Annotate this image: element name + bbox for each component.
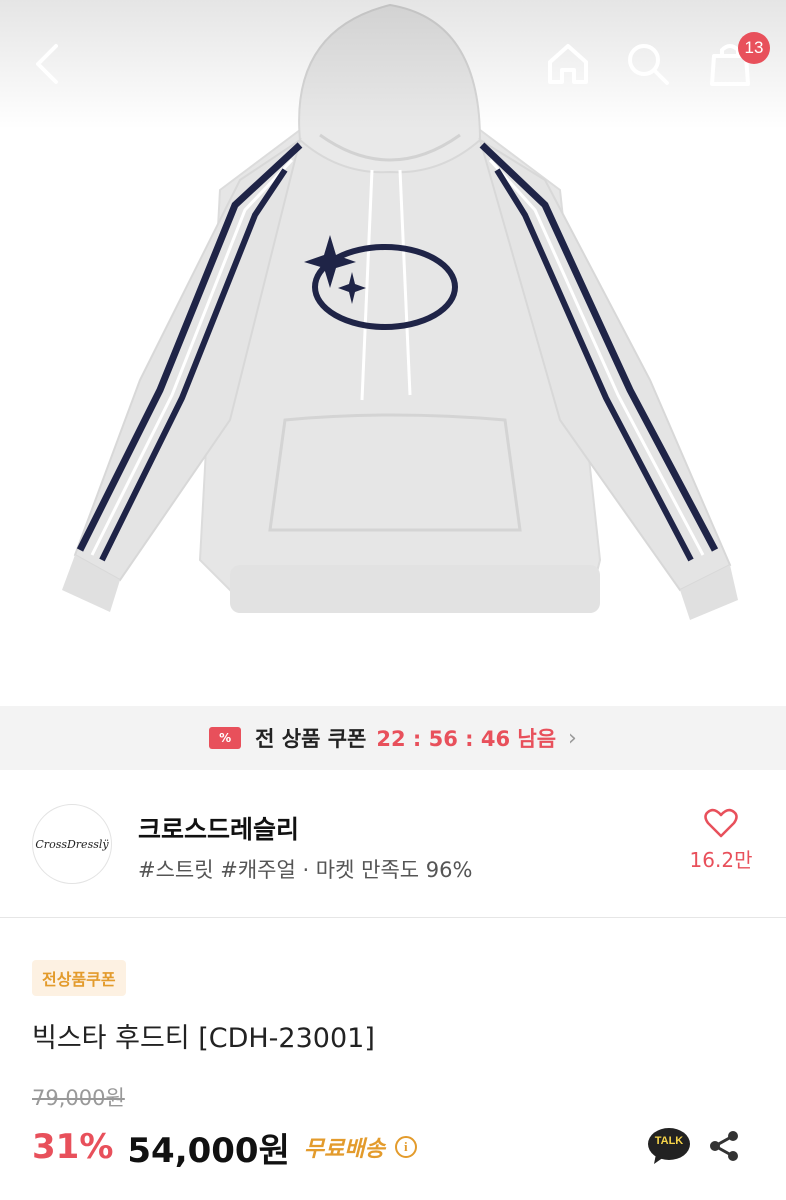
heart-icon [704, 808, 738, 838]
chevron-right-icon: › [568, 725, 577, 751]
shop-info-row[interactable]: CrossDresslÿ 크로스드레슬리 #스트릿 #캐주얼 · 마켓 만족도 … [0, 770, 786, 918]
share-icon [710, 1131, 738, 1161]
coupon-badge: 전상품쿠폰 [32, 960, 126, 996]
cart-count-badge: 13 [738, 32, 770, 64]
coupon-timer-banner[interactable]: % 전 상품 쿠폰 22 : 56 : 46 남음 › [0, 706, 786, 770]
product-image[interactable] [0, 0, 786, 706]
free-shipping-label: 무료배송 [303, 1137, 385, 1162]
back-button[interactable] [18, 34, 78, 94]
coupon-icon: % [209, 727, 242, 749]
info-icon[interactable]: i [394, 1136, 417, 1158]
talk-label: TALK [654, 1135, 684, 1147]
share-button[interactable] [704, 1126, 744, 1166]
sale-price: 54,000원 [127, 1130, 290, 1171]
home-icon [548, 44, 588, 84]
hoodie-illustration [62, 3, 738, 620]
like-count: 16.2만 [689, 848, 753, 872]
coupon-timer: 22 : 56 : 46 남음 [376, 727, 557, 751]
search-button[interactable] [618, 34, 678, 94]
shop-logo[interactable]: CrossDresslÿ [32, 804, 112, 884]
original-price: 79,000원 [32, 1086, 125, 1110]
discount-rate: 31% [32, 1127, 114, 1167]
price-row: 31% 54,000원 무료배송 i [32, 1124, 417, 1171]
shop-tags: #스트릿 #캐주얼 · 마켓 만족도 96% [138, 858, 473, 882]
like-shop-button[interactable]: 16.2만 [676, 808, 766, 884]
product-title: 빅스타 후드티 [CDH-23001] [32, 1023, 375, 1054]
search-icon [628, 44, 669, 85]
back-arrow-icon [36, 44, 58, 84]
coupon-label: 전 상품 쿠폰 [255, 727, 367, 751]
kakao-talk-button[interactable]: TALK [646, 1126, 692, 1166]
home-button[interactable] [538, 34, 598, 94]
shop-name[interactable]: 크로스드레슬리 [138, 810, 299, 846]
